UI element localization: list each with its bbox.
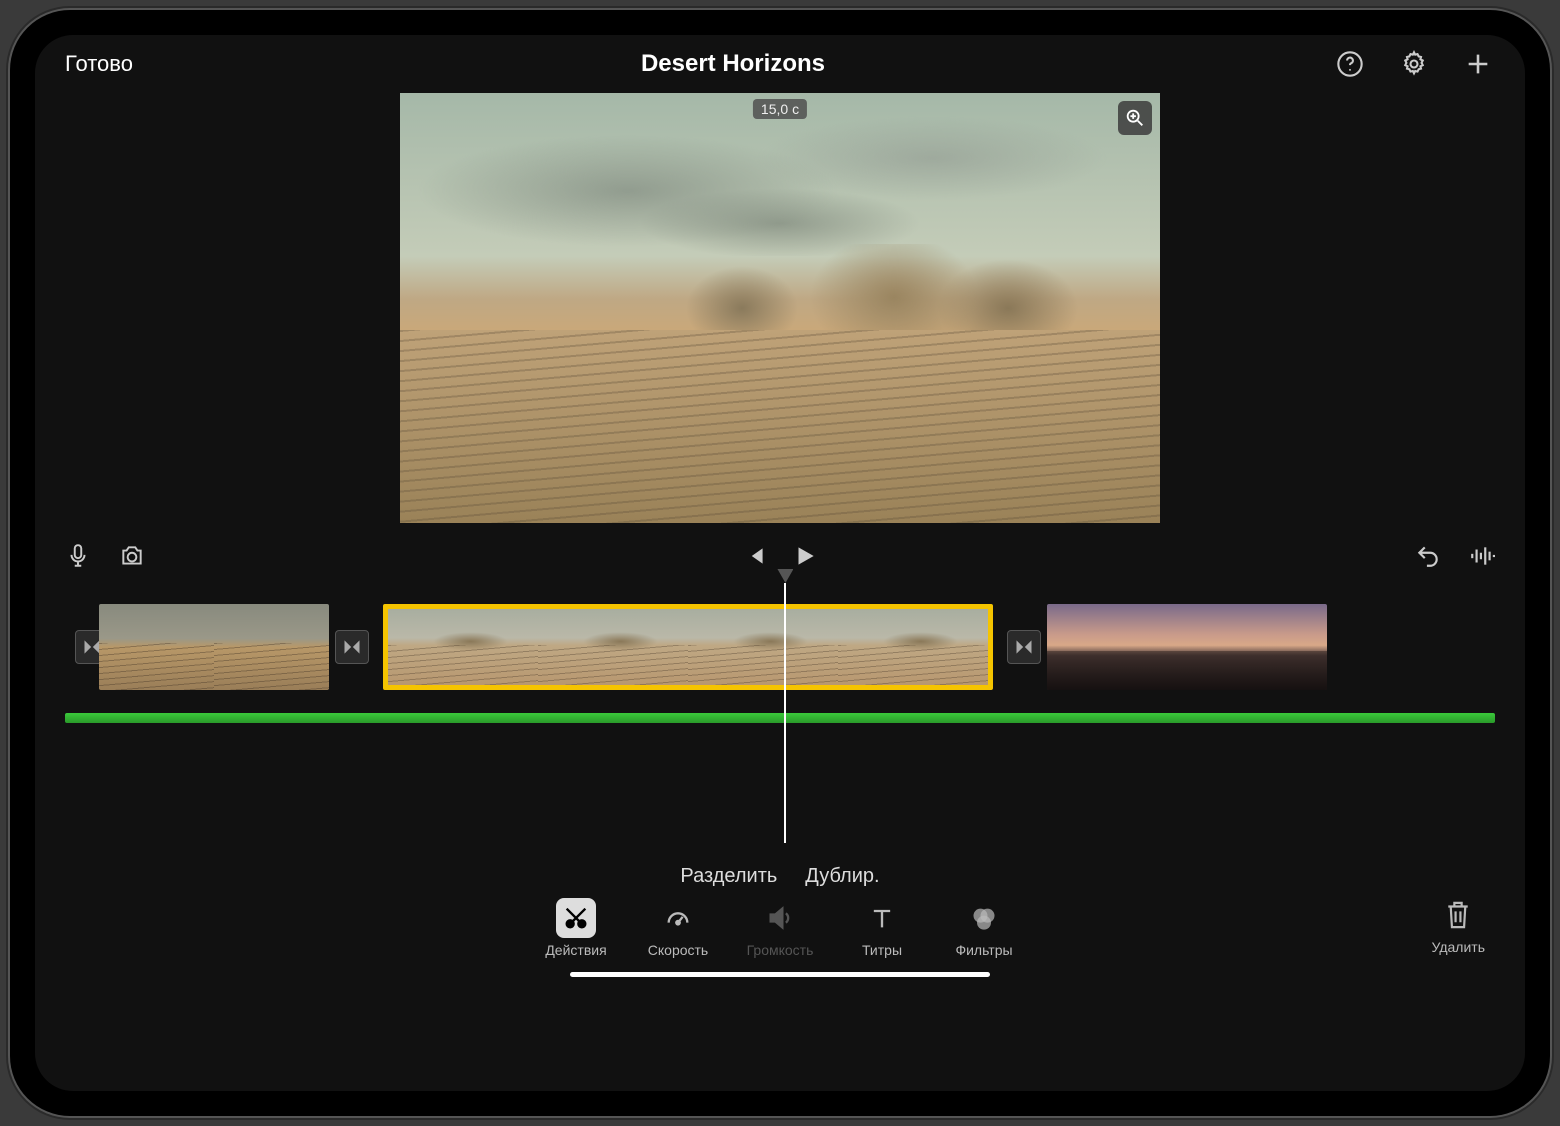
zoom-in-icon[interactable] (1118, 101, 1152, 135)
help-icon[interactable] (1333, 47, 1367, 81)
bottom-toolbar: Действия Скорость Громкость Титры (35, 898, 1525, 958)
timeline-clip-selected[interactable] (383, 604, 993, 690)
scissors-icon (556, 898, 596, 938)
trash-icon (1443, 898, 1473, 935)
ipad-device-frame: Готово Desert Horizons 15,0 с (10, 10, 1550, 1116)
tool-volume: Громкость (741, 898, 819, 958)
clip-actions-row: Разделить Дублир. (35, 865, 1525, 888)
timeline-clip[interactable] (1047, 604, 1327, 690)
video-track (35, 601, 1525, 693)
timeline-clip[interactable] (99, 604, 329, 690)
home-indicator[interactable] (570, 972, 990, 977)
transition-icon[interactable] (335, 630, 369, 664)
playhead[interactable] (784, 583, 786, 843)
gear-icon[interactable] (1397, 47, 1431, 81)
tool-speed[interactable]: Скорость (639, 898, 717, 958)
top-bar: Готово Desert Horizons (35, 35, 1525, 93)
transport-bar (35, 533, 1525, 583)
undo-icon[interactable] (1415, 543, 1441, 574)
filters-icon (964, 898, 1004, 938)
duplicate-button[interactable]: Дублир. (805, 865, 879, 888)
plus-icon[interactable] (1461, 47, 1495, 81)
video-preview[interactable]: 15,0 с (400, 93, 1160, 523)
timeline[interactable] (35, 583, 1525, 843)
waveform-icon[interactable] (1469, 543, 1495, 574)
app-screen: Готово Desert Horizons 15,0 с (35, 35, 1525, 1091)
play-icon[interactable] (792, 543, 818, 574)
project-title: Desert Horizons (133, 50, 1333, 78)
gauge-icon (658, 898, 698, 938)
text-icon (862, 898, 902, 938)
tool-label: Громкость (747, 942, 814, 958)
skip-start-icon[interactable] (742, 543, 768, 574)
tool-label: Удалить (1432, 939, 1485, 955)
speaker-icon (760, 898, 800, 938)
tool-label: Титры (862, 942, 902, 958)
tool-titles[interactable]: Титры (843, 898, 921, 958)
split-button[interactable]: Разделить (680, 865, 777, 888)
clip-duration-badge: 15,0 с (753, 99, 807, 119)
transition-icon[interactable] (1007, 630, 1041, 664)
delete-button[interactable]: Удалить (1432, 898, 1485, 955)
topbar-right-group (1333, 47, 1495, 81)
tool-label: Фильтры (955, 942, 1012, 958)
tool-actions[interactable]: Действия (537, 898, 615, 958)
tool-filters[interactable]: Фильтры (945, 898, 1023, 958)
tool-label: Скорость (648, 942, 708, 958)
preview-area: 15,0 с (35, 93, 1525, 533)
tool-label: Действия (545, 942, 606, 958)
audio-track[interactable] (65, 713, 1495, 723)
camera-icon[interactable] (119, 543, 145, 574)
microphone-icon[interactable] (65, 543, 91, 574)
done-button[interactable]: Готово (65, 51, 133, 77)
